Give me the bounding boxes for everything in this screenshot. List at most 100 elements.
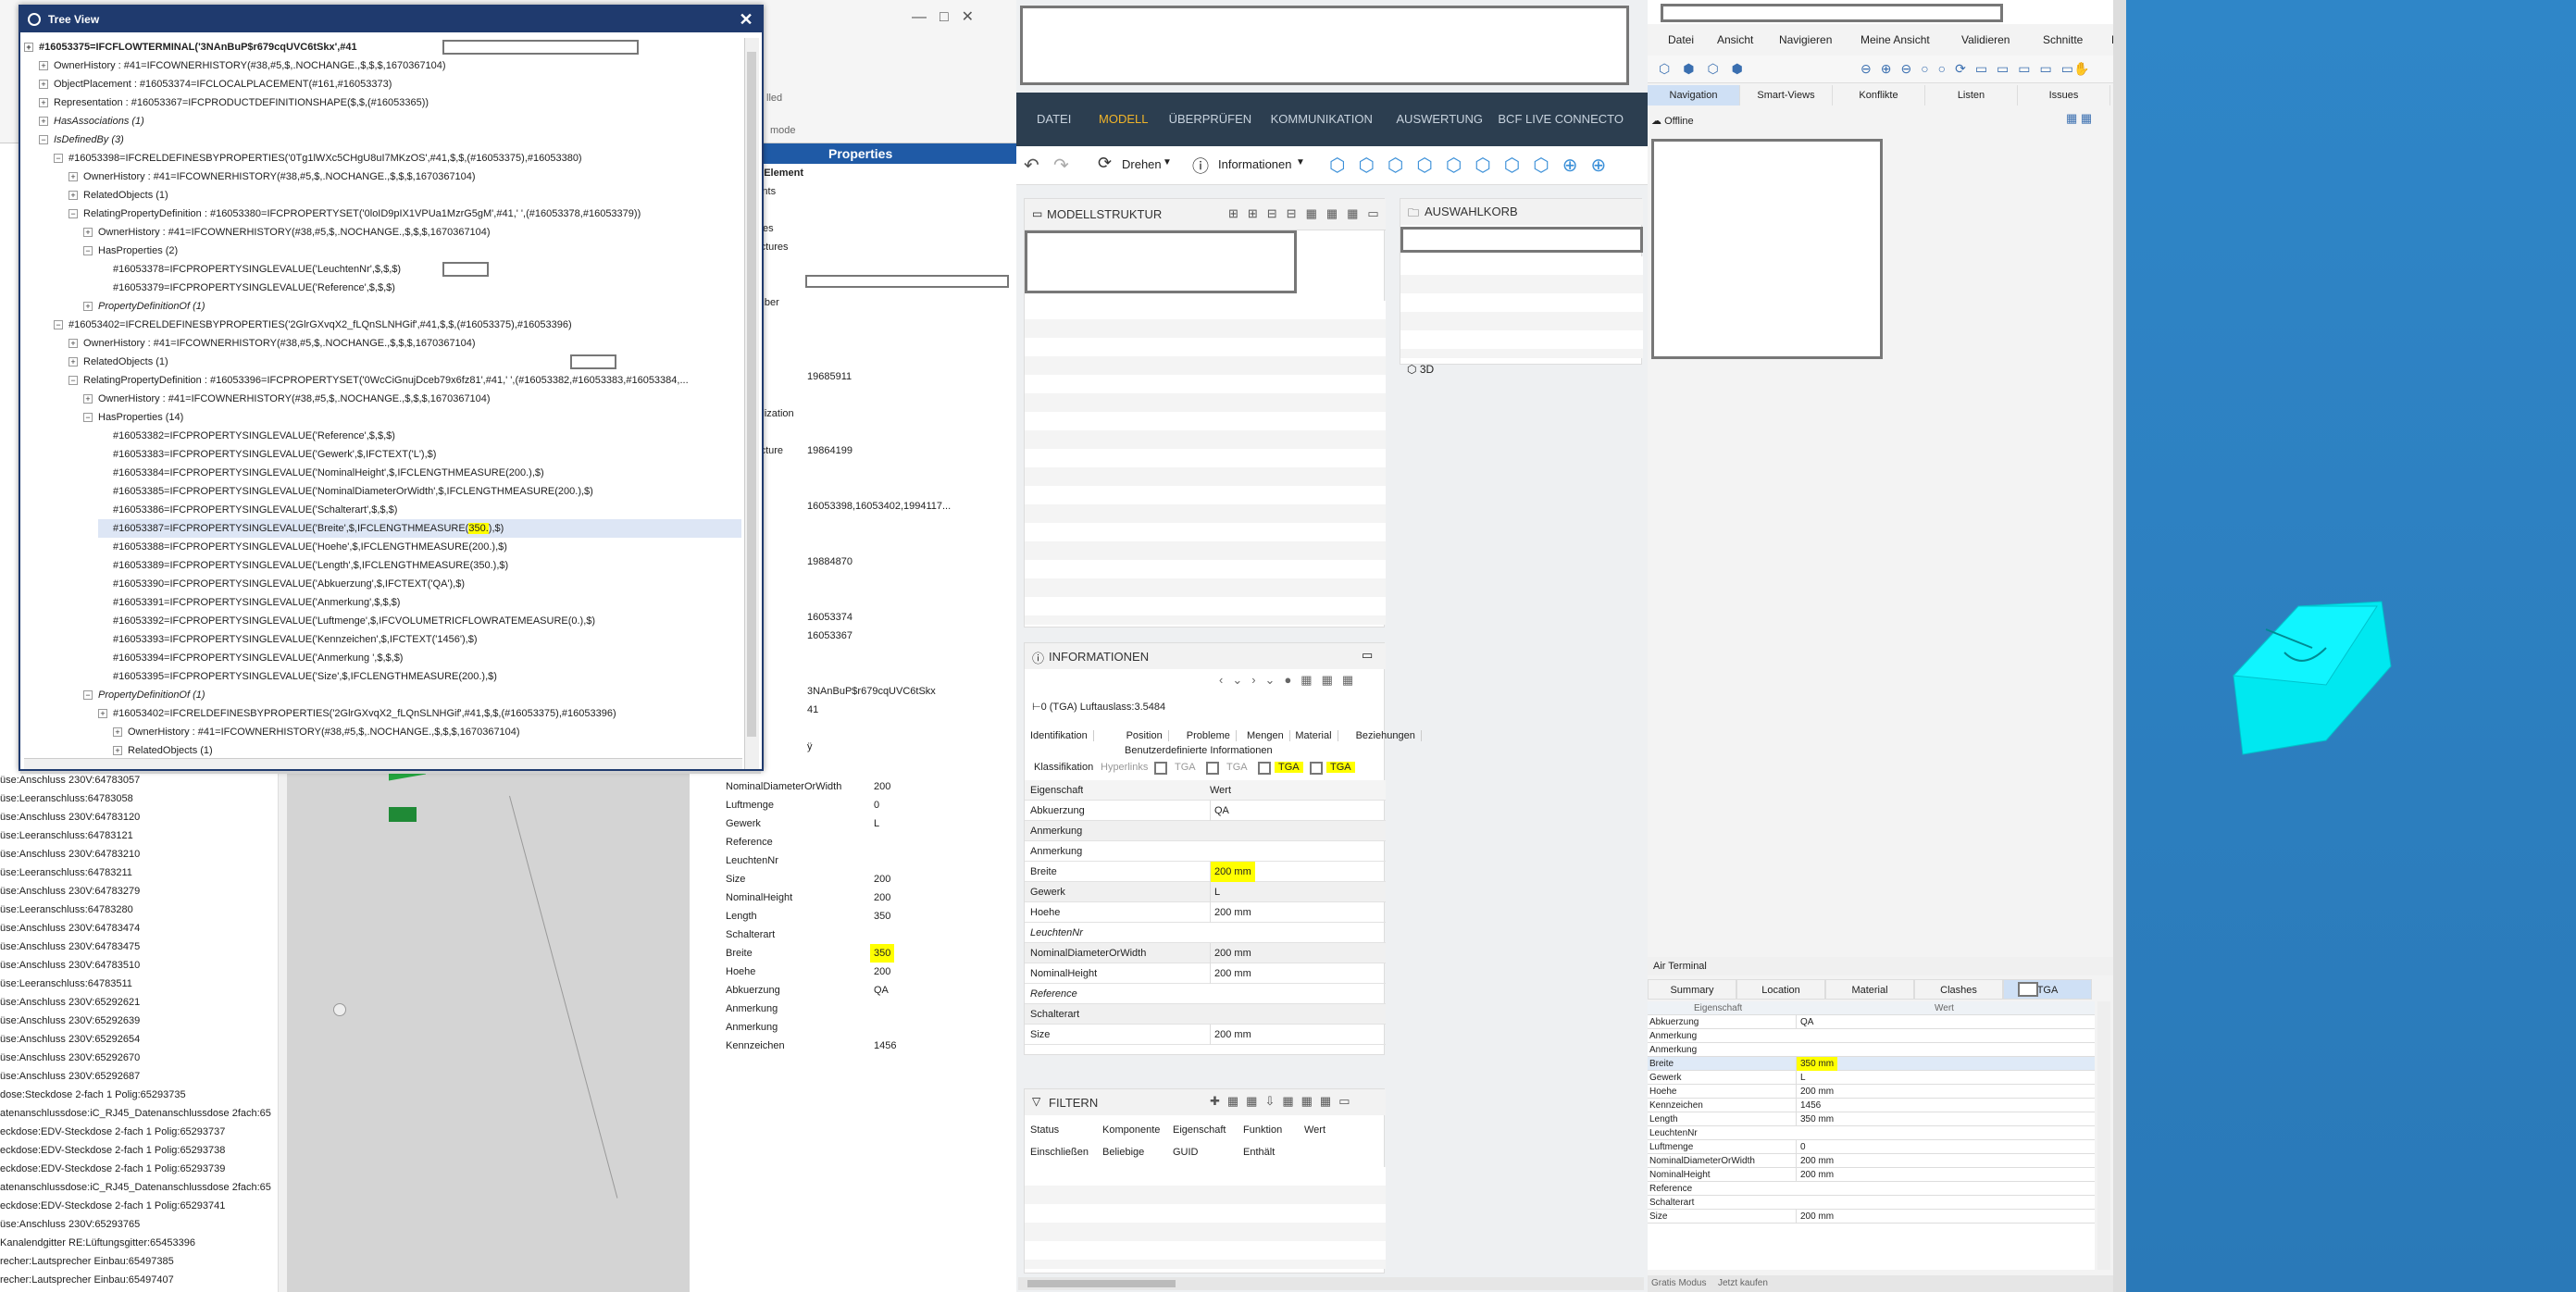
table-row[interactable]: Luftmenge 0 (1648, 1140, 2095, 1154)
expand-toggle[interactable]: + (39, 98, 48, 108)
table-row[interactable]: Gewerk L (1025, 882, 1386, 902)
auswahlkorb-list[interactable] (1400, 256, 1643, 358)
expand-toggle[interactable]: + (83, 394, 93, 404)
tree-view-titlebar[interactable]: Tree View (20, 6, 762, 32)
expand-toggle[interactable]: − (83, 246, 93, 256)
tree-node[interactable]: #16053388=IFCPROPERTYSINGLEVALUE('Hoehe'… (98, 538, 507, 556)
tab-tga[interactable]: TGA (1326, 762, 1355, 773)
tree-node[interactable]: #16053383=IFCPROPERTYSINGLEVALUE('Gewerk… (98, 445, 436, 464)
filter-tool-icons[interactable]: ✚▦▦⇩▦▦▦▭ (1210, 1094, 1357, 1109)
tree-node[interactable]: − #16053402=IFCRELDEFINESBYPROPERTIES('2G… (54, 316, 572, 334)
property-row[interactable]: NominalHeight 200 (722, 888, 1016, 907)
tree-node[interactable]: + Representation : #16053367=IFCPRODUCTDE… (39, 93, 429, 112)
menu-schnitte[interactable]: Schnitte (2043, 33, 2083, 46)
property-row[interactable]: Gewerk L (722, 814, 1016, 833)
menu-bcf live connecto[interactable]: BCF LIVE CONNECTO (1498, 93, 1624, 146)
property-row[interactable]: edInStructureedInStructure19864199 (722, 441, 1016, 460)
tree-node[interactable]: #16053392=IFCPROPERTYSINGLEVALUE('Luftme… (98, 612, 595, 630)
property-row[interactable]: Breite 350 (722, 944, 1016, 963)
property-row[interactable]: Hoehe 200 (722, 963, 1016, 981)
tree-node[interactable]: + OwnerHistory : #41=IFCOWNERHISTORY(#38,… (39, 56, 446, 75)
property-row[interactable]: rolElementsrolElements (722, 182, 1016, 201)
list-item[interactable]: eckdose:EDV-Steckdose 2-fach 1 Polig:652… (0, 1160, 278, 1178)
property-row[interactable]: Reference (722, 833, 1016, 851)
view-3d-label[interactable]: ⬡ 3D (1407, 363, 1462, 379)
table-row[interactable]: Anmerkung (1648, 1029, 2095, 1043)
viewport-3d-left[interactable] (287, 759, 690, 1292)
tree-node[interactable]: + RelatedObjects (1) (68, 186, 168, 205)
tree-node[interactable]: + #16053402=IFCRELDEFINESBYPROPERTIES('2G… (98, 704, 616, 723)
tab-identifikation[interactable]: Identifikation (1030, 730, 1094, 741)
property-row[interactable] (722, 664, 1016, 682)
tree-node[interactable]: #16053378=IFCPROPERTYSINGLEVALUE('Leucht… (98, 260, 401, 279)
list-item[interactable]: üse:Anschluss 230V:64783475 (0, 938, 278, 956)
list-item[interactable]: üse:Anschluss 230V:65292654 (0, 1030, 278, 1049)
property-row[interactable]: nmentsnments (722, 534, 1016, 553)
table-row[interactable]: NominalHeight 200 mm (1648, 1168, 2095, 1182)
tab-material[interactable]: Material (1825, 979, 1914, 1000)
table-row[interactable]: Abkuerzung QA (1648, 1015, 2095, 1029)
property-row[interactable]: edInStructuresedInStructures (722, 238, 1016, 256)
list-item[interactable]: üse:Anschluss 230V:65292687 (0, 1067, 278, 1086)
list-item[interactable]: üse:Leeranschluss:64783058 (0, 789, 278, 808)
table-row[interactable]: Size 200 mm (1648, 1210, 2095, 1224)
tree-node[interactable]: #16053395=IFCPROPERTYSINGLEVALUE('Size',… (98, 667, 497, 686)
tab-tga[interactable]: TGA (1275, 762, 1303, 773)
tree-node[interactable]: #16053394=IFCPROPERTYSINGLEVALUE('Anmerk… (98, 649, 403, 667)
table-row[interactable]: Reference (1648, 1182, 2095, 1196)
list-item[interactable]: üse:Anschluss 230V:65293765 (0, 1215, 278, 1234)
table-row[interactable]: Reference (1025, 984, 1386, 1004)
menu-modell[interactable]: MODELL (1099, 93, 1148, 146)
expand-toggle[interactable]: − (83, 413, 93, 423)
tree-node[interactable]: #16053386=IFCPROPERTYSINGLEVALUE('Schalt… (98, 501, 397, 519)
tab-clashes[interactable]: Clashes (1914, 979, 2003, 1000)
expand-toggle[interactable]: + (83, 302, 93, 312)
menu-datei[interactable]: DATEI (1037, 93, 1071, 146)
property-row[interactable]: Schalterart (722, 926, 1016, 944)
property-row[interactable]: osesoses (722, 571, 1016, 590)
expand-toggle[interactable]: − (39, 135, 48, 145)
expand-toggle[interactable]: + (68, 357, 78, 367)
table-row[interactable]: Hoehe 200 mm (1025, 902, 1386, 923)
tree-node[interactable]: + OwnerHistory : #41=IFCOWNERHISTORY(#38,… (83, 223, 491, 242)
expand-toggle[interactable]: + (39, 117, 48, 127)
list-item[interactable]: üse:Anschluss 230V:65292621 (0, 993, 278, 1012)
menu-ansicht[interactable]: Ansicht (1717, 33, 1753, 46)
list-item[interactable]: üse:Leeranschluss:64783211 (0, 863, 278, 882)
expand-toggle[interactable]: + (24, 43, 33, 53)
tab-tga[interactable]: TGA (2003, 979, 2092, 1000)
table-row[interactable]: Breite 200 mm (1025, 862, 1386, 882)
tab-location[interactable]: Location (1736, 979, 1825, 1000)
cube-object[interactable] (2113, 0, 2576, 1292)
list-item[interactable]: eckdose:EDV-Steckdose 2-fach 1 Polig:652… (0, 1141, 278, 1160)
property-row[interactable]: LeuchtenNr (722, 851, 1016, 870)
tab-material[interactable]: Material (1295, 730, 1338, 741)
tab-listen[interactable]: Listen (1925, 85, 2018, 106)
list-item[interactable]: üse:Leeranschluss:64783511 (0, 975, 278, 993)
view-tools-icons[interactable]: ⬡⬡⬡⬡⬡⬡⬡⬡⊕⊕ (1329, 154, 1619, 177)
menu-datei[interactable]: Datei (1668, 33, 1694, 46)
list-item[interactable]: Kanalendgitter RE:Lüftungsgitter:6545339… (0, 1234, 278, 1252)
property-row[interactable]: Abkuerzung QA (722, 981, 1016, 1000)
list-item[interactable]: üse:Leeranschluss:64783121 (0, 826, 278, 845)
tree-node[interactable]: + HasAssociations (1) (39, 112, 144, 130)
tree-node[interactable]: − #16053398=IFCRELDEFINESBYPROPERTIES('0T… (54, 149, 582, 168)
list-item[interactable]: üse:Leeranschluss:64783280 (0, 901, 278, 919)
table-row[interactable]: Kennzeichen 1456 (1648, 1099, 2095, 1112)
table-row[interactable]: Length 350 mm (1648, 1112, 2095, 1126)
property-row[interactable] (722, 201, 1016, 219)
right-scrollbar[interactable] (2097, 1001, 2110, 1270)
table-row[interactable]: NominalHeight 200 mm (1025, 963, 1386, 984)
filter-value[interactable]: Einschließen (1030, 1147, 1089, 1158)
filter-value[interactable]: GUID (1173, 1147, 1199, 1158)
undo-icon[interactable]: ↶ (1024, 154, 1039, 177)
property-row[interactable]: turalMemberturalMember (722, 293, 1016, 312)
info-icon[interactable]: ⓘ (1192, 154, 1209, 178)
tree-node[interactable]: + RelatedObjects (1) (68, 353, 168, 371)
table-row[interactable]: NominalDiameterOrWidth 200 mm (1025, 943, 1386, 963)
property-row[interactable]: 3NAnBuP$r679cqUVC6tSkx (722, 682, 1016, 701)
tree-node[interactable]: + PropertyDefinitionOf (1) (83, 297, 205, 316)
chevron-down-icon[interactable]: ▼ (1163, 157, 1172, 168)
tree-hscrollbar[interactable] (24, 758, 742, 769)
tab-tga[interactable]: TGA (1171, 762, 1200, 773)
